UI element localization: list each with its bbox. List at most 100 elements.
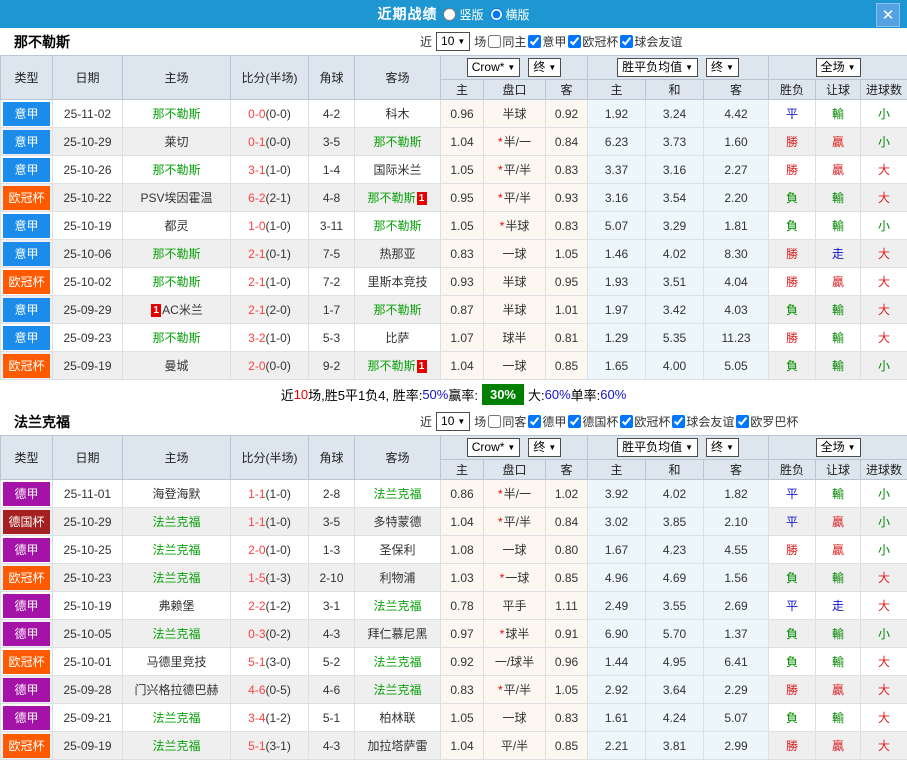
team-link[interactable]: 那不勒斯 [152,275,200,289]
team-link[interactable]: 法兰克福 [373,487,421,501]
team-link[interactable]: 法兰克福 [373,683,421,697]
odds-away: 0.83 [546,212,588,240]
team-link[interactable]: 那不勒斯 [152,247,200,261]
fulltime-select[interactable]: 全场▼ [816,438,861,457]
checkbox-input[interactable] [736,415,749,428]
team-link[interactable]: 国际米兰 [373,163,421,177]
team-link[interactable]: 法兰克福 [373,599,421,613]
filter-checkbox-德国杯[interactable]: 德国杯 [568,413,618,430]
match-count-select[interactable]: 10▼ [436,412,470,431]
fulltime-select[interactable]: 全场▼ [816,58,861,77]
team-link[interactable]: 拜仁慕尼黑 [367,627,427,641]
filter-checkbox-球会友谊[interactable]: 球会友谊 [620,33,682,50]
checkbox-input[interactable] [568,415,581,428]
team-link[interactable]: 弗赖堡 [158,599,194,613]
team-link[interactable]: PSV埃因霍温 [140,191,212,205]
team-link[interactable]: AC米兰 [162,303,203,317]
team-link[interactable]: 莱切 [164,135,188,149]
away-team-cell: 热那亚 [355,240,441,268]
avg-header-group: 胜平负均值▼ 终▼ [588,56,769,80]
league-badge: 意甲 [3,158,50,182]
horizontal-radio-input[interactable] [490,8,503,21]
avg-odds-select[interactable]: 胜平负均值▼ [617,58,698,77]
league-badge: 德甲 [3,538,50,562]
team-link[interactable]: 都灵 [164,219,188,233]
team-link[interactable]: 法兰克福 [152,515,200,529]
avg-away: 1.82 [704,480,769,508]
close-icon[interactable]: ✕ [876,3,900,27]
filter-checkbox-球会友谊[interactable]: 球会友谊 [672,413,734,430]
odds-source-select[interactable]: Crow*▼ [467,58,521,77]
filter-checkbox-欧冠杯[interactable]: 欧冠杯 [620,413,670,430]
team-link[interactable]: 法兰克福 [152,571,200,585]
odds-handicap: *平/半 [484,156,546,184]
filter-checkbox-德甲[interactable]: 德甲 [528,413,566,430]
checkbox-input[interactable] [672,415,685,428]
team-link[interactable]: 里斯本竞技 [367,275,427,289]
team-link[interactable]: 那不勒斯 [373,135,421,149]
red-card-badge: 1 [417,360,427,373]
checkbox-input[interactable] [528,35,541,48]
team-link[interactable]: 利物浦 [379,571,415,585]
vertical-radio-input[interactable] [443,8,456,21]
team-link[interactable]: 那不勒斯 [373,303,421,317]
odds-away: 0.96 [546,648,588,676]
avg-final-select[interactable]: 终▼ [706,58,739,77]
avg-draw: 4.69 [646,564,704,592]
result-handicap: 輸 [816,100,861,128]
layout-radio-horizontal[interactable]: 横版 [490,6,530,23]
chevron-down-icon: ▼ [726,443,734,452]
match-count-select[interactable]: 10▼ [436,32,470,51]
checkbox-input[interactable] [568,35,581,48]
avg-home: 1.65 [588,352,646,380]
filter-checkbox-同客[interactable]: 同客 [488,413,526,430]
filter-checkbox-意甲[interactable]: 意甲 [528,33,566,50]
team-link[interactable]: 马德里竞技 [146,655,206,669]
home-team-cell: 那不勒斯 [123,240,231,268]
checkbox-input[interactable] [620,35,633,48]
checkbox-input[interactable] [488,415,501,428]
team-link[interactable]: 法兰克福 [152,627,200,641]
score-cell: 0-3(0-2) [231,620,309,648]
odds-away: 0.85 [546,732,588,760]
checkbox-input[interactable] [488,35,501,48]
team-link[interactable]: 法兰克福 [152,711,200,725]
team-link[interactable]: 曼城 [164,359,188,373]
odds-away: 1.11 [546,592,588,620]
team-link[interactable]: 那不勒斯 [152,163,200,177]
avg-odds-select[interactable]: 胜平负均值▼ [617,438,698,457]
team-link[interactable]: 那不勒斯 [152,331,200,345]
checkbox-input[interactable] [620,415,633,428]
result-handicap: 走 [816,592,861,620]
team-link[interactable]: 门兴格拉德巴赫 [134,683,218,697]
avg-final-select[interactable]: 终▼ [706,438,739,457]
team-link[interactable]: 科木 [385,107,409,121]
team-link[interactable]: 那不勒斯 [367,359,415,373]
team-link[interactable]: 那不勒斯 [373,219,421,233]
match-row: 欧冠杯25-10-01马德里竞技5-1(3-0)5-2法兰克福0.92一/球半0… [1,648,907,676]
team-link[interactable]: 热那亚 [379,247,415,261]
team-link[interactable]: 那不勒斯 [367,191,415,205]
filter-checkbox-同主[interactable]: 同主 [488,33,526,50]
avg-draw: 5.70 [646,620,704,648]
team-link[interactable]: 比萨 [385,331,409,345]
team-link[interactable]: 海登海默 [152,487,200,501]
odds-final-select[interactable]: 终▼ [528,58,561,77]
match-row: 意甲25-09-291AC米兰2-1(2-0)1-7那不勒斯0.87半球1.01… [1,296,907,324]
odds-final-select[interactable]: 终▼ [528,438,561,457]
filter-checkbox-欧罗巴杯[interactable]: 欧罗巴杯 [736,413,798,430]
team-link[interactable]: 圣保利 [379,543,415,557]
summary-row: 近10场,胜5平1负4, 胜率:50% 赢率:30% 大:60% 单率:60% [0,380,907,408]
filter-checkbox-欧冠杯[interactable]: 欧冠杯 [568,33,618,50]
checkbox-input[interactable] [528,415,541,428]
team-link[interactable]: 多特蒙德 [373,515,421,529]
summary-part: 单率: [571,385,601,404]
layout-radio-vertical[interactable]: 竖版 [443,6,483,23]
checkbox-label: 球会友谊 [634,33,682,50]
team-link[interactable]: 法兰克福 [152,543,200,557]
team-link[interactable]: 法兰克福 [373,655,421,669]
match-date: 25-10-22 [53,184,123,212]
team-link[interactable]: 那不勒斯 [152,107,200,121]
odds-source-select[interactable]: Crow*▼ [467,438,521,457]
team-link[interactable]: 柏林联 [379,711,415,725]
